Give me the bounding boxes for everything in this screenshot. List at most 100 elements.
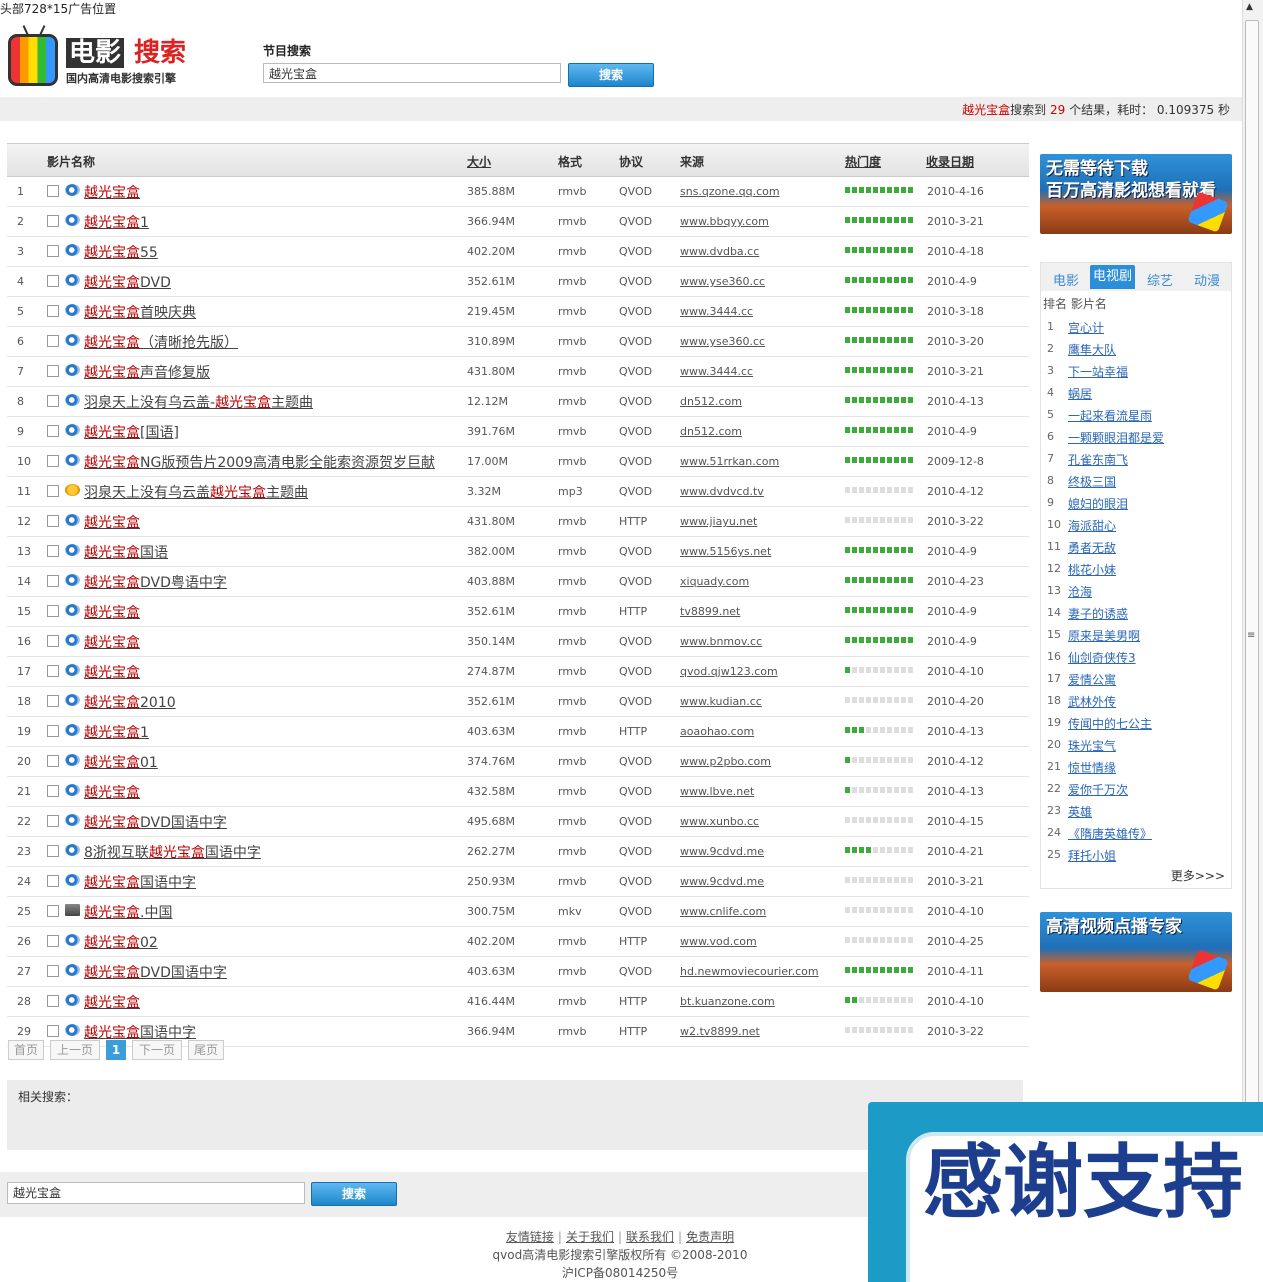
- ranking-item[interactable]: 21 惊世情缘: [1041, 756, 1231, 778]
- ranking-title-link[interactable]: 爱情公寓: [1068, 671, 1116, 688]
- row-checkbox[interactable]: [47, 755, 59, 767]
- footer-link-disclaimer[interactable]: 免责声明: [686, 1230, 734, 1244]
- tab-tv-series[interactable]: 电视剧: [1090, 265, 1136, 289]
- row-checkbox[interactable]: [47, 935, 59, 947]
- row-title-link[interactable]: 越光宝盒: [84, 632, 140, 652]
- sidebar-banner-top[interactable]: 无需等待下载 百万高清影视想看就看: [1040, 154, 1232, 234]
- ranking-title-link[interactable]: 沧海: [1068, 583, 1092, 600]
- ranking-title-link[interactable]: 宫心计: [1068, 319, 1104, 336]
- row-checkbox[interactable]: [47, 875, 59, 887]
- ranking-item[interactable]: 23 英雄: [1041, 800, 1231, 822]
- tab-anime[interactable]: 动漫: [1194, 270, 1220, 289]
- row-title-link[interactable]: 羽泉天上没有乌云盖越光宝盒主题曲: [84, 482, 308, 502]
- row-title-link[interactable]: 越光宝盒01: [84, 752, 158, 772]
- site-logo[interactable]: 电影 搜索 国内高清电影搜索引擎: [8, 26, 193, 88]
- row-source-link[interactable]: xiquady.com: [680, 575, 749, 588]
- row-title-link[interactable]: 越光宝盒: [84, 512, 140, 532]
- ranking-item[interactable]: 17 爱情公寓: [1041, 668, 1231, 690]
- ranking-item[interactable]: 25 拜托小姐: [1041, 844, 1231, 866]
- row-title-link[interactable]: 越光宝盒（清晰抢先版）: [84, 332, 238, 352]
- ranking-item[interactable]: 9 媳妇的眼泪: [1041, 492, 1231, 514]
- ranking-title-link[interactable]: 《隋唐英雄传》: [1068, 825, 1152, 842]
- footer-link-contact[interactable]: 联系我们: [626, 1230, 674, 1244]
- row-title-link[interactable]: 越光宝盒DVD粤语中字: [84, 572, 227, 592]
- row-source-link[interactable]: dn512.com: [680, 425, 742, 438]
- row-source-link[interactable]: w2.tv8899.net: [680, 1025, 760, 1038]
- row-source-link[interactable]: sns.qzone.qq.com: [680, 185, 780, 198]
- ranking-title-link[interactable]: 桃花小妹: [1068, 561, 1116, 578]
- row-checkbox[interactable]: [47, 425, 59, 437]
- row-source-link[interactable]: www.yse360.cc: [680, 275, 765, 288]
- row-title-link[interactable]: 越光宝盒DVD国语中字: [84, 812, 227, 832]
- row-checkbox[interactable]: [47, 215, 59, 227]
- row-source-link[interactable]: www.3444.cc: [680, 365, 753, 378]
- row-checkbox[interactable]: [47, 965, 59, 977]
- row-source-link[interactable]: www.3444.cc: [680, 305, 753, 318]
- ranking-item[interactable]: 24 《隋唐英雄传》: [1041, 822, 1231, 844]
- ranking-title-link[interactable]: 终极三国: [1068, 473, 1116, 490]
- row-checkbox[interactable]: [47, 1025, 59, 1037]
- ranking-title-link[interactable]: 媳妇的眼泪: [1068, 495, 1128, 512]
- ranking-item[interactable]: 20 珠光宝气: [1041, 734, 1231, 756]
- ranking-item[interactable]: 14 妻子的诱惑: [1041, 602, 1231, 624]
- header-date[interactable]: 收录日期: [926, 153, 974, 170]
- ranking-item[interactable]: 13 沧海: [1041, 580, 1231, 602]
- row-title-link[interactable]: 羽泉天上没有乌云盖-越光宝盒主题曲: [84, 392, 313, 412]
- row-title-link[interactable]: 越光宝盒国语: [84, 542, 168, 562]
- row-title-link[interactable]: 越光宝盒: [84, 782, 140, 802]
- row-checkbox[interactable]: [47, 245, 59, 257]
- ranking-title-link[interactable]: 珠光宝气: [1068, 737, 1116, 754]
- ranking-item[interactable]: 4 蜗居: [1041, 382, 1231, 404]
- row-source-link[interactable]: tv8899.net: [680, 605, 740, 618]
- row-title-link[interactable]: 越光宝盒1: [84, 212, 149, 232]
- row-checkbox[interactable]: [47, 725, 59, 737]
- row-checkbox[interactable]: [47, 185, 59, 197]
- row-checkbox[interactable]: [47, 695, 59, 707]
- row-checkbox[interactable]: [47, 455, 59, 467]
- row-title-link[interactable]: 越光宝盒: [84, 602, 140, 622]
- ranking-item[interactable]: 1 宫心计: [1041, 316, 1231, 338]
- row-source-link[interactable]: qvod.qjw123.com: [680, 665, 778, 678]
- row-checkbox[interactable]: [47, 665, 59, 677]
- ranking-title-link[interactable]: 仙剑奇侠传3: [1068, 649, 1136, 666]
- page-current[interactable]: 1: [106, 1040, 126, 1060]
- search-button[interactable]: 搜索: [568, 63, 654, 87]
- scroll-up-arrow-icon[interactable]: ▲: [1246, 2, 1253, 12]
- row-checkbox[interactable]: [47, 635, 59, 647]
- sidebar-banner-bottom[interactable]: 高清视频点播专家: [1040, 912, 1232, 992]
- ranking-item[interactable]: 19 传闻中的七公主: [1041, 712, 1231, 734]
- ranking-item[interactable]: 5 一起来看流星雨: [1041, 404, 1231, 426]
- row-title-link[interactable]: 越光宝盒国语中字: [84, 1022, 196, 1042]
- row-source-link[interactable]: www.dvdvcd.tv: [680, 485, 764, 498]
- row-checkbox[interactable]: [47, 905, 59, 917]
- row-source-link[interactable]: www.bnmov.cc: [680, 635, 762, 648]
- ranking-title-link[interactable]: 爱你千万次: [1068, 781, 1128, 798]
- row-source-link[interactable]: aoaohao.com: [680, 725, 754, 738]
- row-checkbox[interactable]: [47, 545, 59, 557]
- row-source-link[interactable]: www.jiayu.net: [680, 515, 757, 528]
- ranking-item[interactable]: 6 一颗颗眼泪都是爱: [1041, 426, 1231, 448]
- row-source-link[interactable]: www.9cdvd.me: [680, 875, 764, 888]
- row-source-link[interactable]: www.yse360.cc: [680, 335, 765, 348]
- row-checkbox[interactable]: [47, 575, 59, 587]
- ranking-item[interactable]: 11 勇者无敌: [1041, 536, 1231, 558]
- ranking-title-link[interactable]: 鹰隼大队: [1068, 341, 1116, 358]
- footer-link-friends[interactable]: 友情链接: [506, 1230, 554, 1244]
- row-checkbox[interactable]: [47, 605, 59, 617]
- ranking-item[interactable]: 15 原来是美男啊: [1041, 624, 1231, 646]
- row-source-link[interactable]: www.lbve.net: [680, 785, 754, 798]
- row-source-link[interactable]: www.9cdvd.me: [680, 845, 764, 858]
- ranking-title-link[interactable]: 武林外传: [1068, 693, 1116, 710]
- row-source-link[interactable]: www.bbqyy.com: [680, 215, 769, 228]
- row-source-link[interactable]: www.5156ys.net: [680, 545, 771, 558]
- ranking-item[interactable]: 16 仙剑奇侠传3: [1041, 646, 1231, 668]
- ranking-item[interactable]: 2 鹰隼大队: [1041, 338, 1231, 360]
- row-title-link[interactable]: 越光宝盒NG版预告片2009高清电影全能索资源贺岁巨献: [84, 452, 435, 472]
- ranking-item[interactable]: 18 武林外传: [1041, 690, 1231, 712]
- floating-thanks-overlay[interactable]: 感谢支持: [868, 1102, 1263, 1282]
- ranking-title-link[interactable]: 勇者无敌: [1068, 539, 1116, 556]
- ranking-title-link[interactable]: 原来是美男啊: [1068, 627, 1140, 644]
- row-source-link[interactable]: www.xunbo.cc: [680, 815, 759, 828]
- row-title-link[interactable]: 越光宝盒国语中字: [84, 872, 196, 892]
- row-checkbox[interactable]: [47, 845, 59, 857]
